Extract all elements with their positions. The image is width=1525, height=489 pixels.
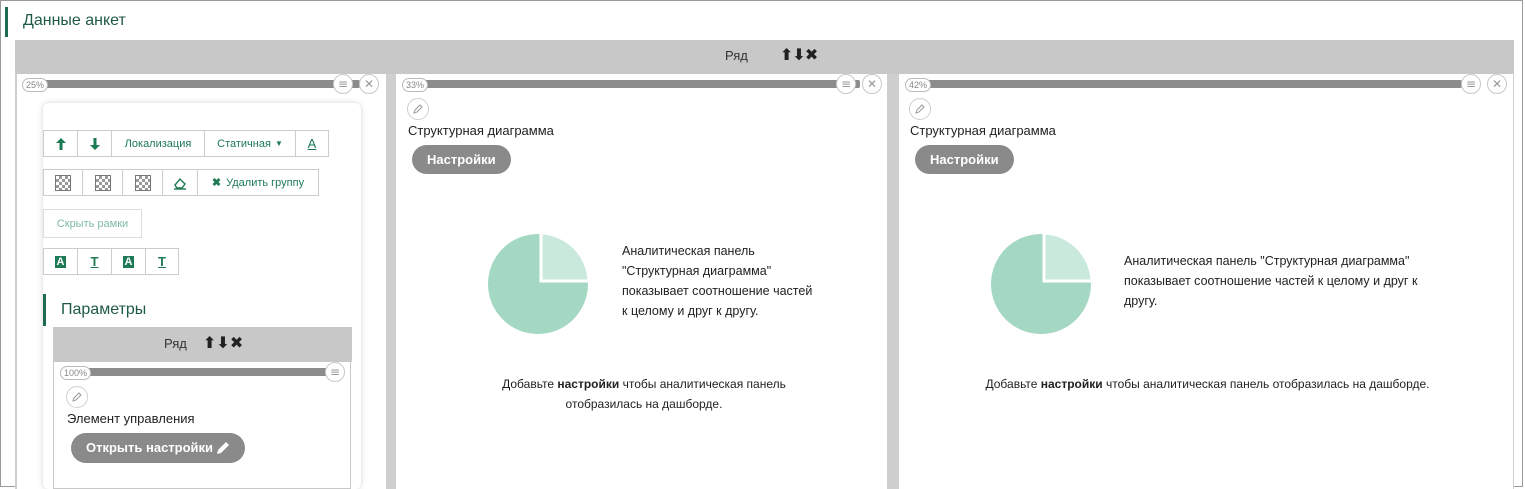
- title-style-button[interactable]: T: [145, 248, 179, 275]
- text-style-icon: T: [90, 254, 99, 269]
- hint-bold: настройки: [1040, 377, 1103, 391]
- hint-bold: настройки: [557, 377, 620, 391]
- description-line: показывает соотношение частей: [622, 284, 813, 298]
- column-close-icon[interactable]: ✕: [1487, 74, 1507, 94]
- column-menu-icon[interactable]: ≡: [333, 74, 353, 94]
- eraser-icon: [174, 177, 186, 190]
- settings-button[interactable]: Настройки: [412, 145, 511, 174]
- text-style-button[interactable]: T: [77, 248, 112, 275]
- background-button-1[interactable]: [43, 169, 83, 196]
- row-move-controls[interactable]: ⬆⬇✖: [780, 45, 818, 64]
- description-line: "Структурная диаграмма": [622, 264, 772, 278]
- transparency-icon: [94, 174, 111, 191]
- description-line: Аналитическая панель "Структурная диагра…: [1124, 254, 1410, 268]
- delete-group-button[interactable]: ✖ Удалить группу: [197, 169, 319, 196]
- row-bar: Ряд ⬆⬇✖: [15, 40, 1514, 74]
- pie-chart-icon: [488, 233, 589, 334]
- widget-description: Аналитическая панель "Структурная диагра…: [1124, 251, 1464, 311]
- description-line: показывает соотношение частей к целому и…: [1124, 274, 1418, 288]
- params-row-move-controls[interactable]: ⬆⬇✖: [203, 333, 243, 352]
- column-menu-icon[interactable]: ≡: [325, 362, 345, 382]
- text-highlight-icon: A: [122, 255, 135, 268]
- text-bg-color-button[interactable]: A: [43, 248, 78, 275]
- column-percent: 25%: [22, 78, 49, 92]
- column-resize-bar[interactable]: [410, 80, 860, 88]
- column-resize-bar[interactable]: [912, 80, 1462, 88]
- eraser-button[interactable]: [162, 169, 198, 196]
- hide-frames-button[interactable]: Скрыть рамки: [43, 209, 142, 238]
- background-button-2[interactable]: [82, 169, 123, 196]
- column-resize-bar[interactable]: [68, 368, 328, 376]
- text-highlight-icon: A: [54, 255, 67, 268]
- settings-button[interactable]: Настройки: [915, 145, 1014, 174]
- arrow-down-icon: [89, 137, 100, 150]
- static-dropdown[interactable]: Статичная ▼: [204, 130, 296, 157]
- column-percent: 42%: [905, 78, 932, 92]
- column-percent: 100%: [60, 366, 92, 380]
- delete-group-label: Удалить группу: [226, 176, 305, 189]
- column-percent: 33%: [402, 78, 429, 92]
- title-bg-color-button[interactable]: A: [111, 248, 146, 275]
- hint-text: отобразилась на дашборде.: [565, 397, 723, 411]
- background-button-3[interactable]: [122, 169, 163, 196]
- params-title: Параметры: [43, 294, 146, 326]
- hint-text: Добавьте: [502, 377, 558, 391]
- close-icon: ✖: [211, 177, 222, 189]
- column-close-icon[interactable]: ✕: [862, 74, 882, 94]
- transparency-icon: [55, 174, 71, 191]
- transparency-icon: [134, 174, 151, 191]
- column-menu-icon[interactable]: ≡: [836, 74, 856, 94]
- page-title: Данные анкет: [5, 7, 126, 37]
- description-line: к целому и друг к другу.: [622, 304, 759, 318]
- localization-button[interactable]: Локализация: [111, 130, 205, 157]
- row-label: Ряд: [725, 48, 748, 63]
- description-line: Аналитическая панель: [622, 244, 755, 258]
- move-down-button[interactable]: [77, 130, 112, 157]
- setup-hint: Добавьте настройки чтобы аналитическая п…: [945, 374, 1470, 394]
- description-line: другу.: [1124, 294, 1158, 308]
- move-up-button[interactable]: [43, 130, 78, 157]
- font-color-button[interactable]: A: [295, 130, 329, 157]
- setup-hint: Добавьте настройки чтобы аналитическая п…: [452, 374, 836, 414]
- hint-text: Добавьте: [985, 377, 1041, 391]
- edit-widget-icon[interactable]: [407, 98, 429, 120]
- edit-widget-icon[interactable]: [909, 98, 931, 120]
- column-menu-icon[interactable]: ≡: [1461, 74, 1481, 94]
- arrow-up-icon: [55, 137, 66, 150]
- params-row-label: Ряд: [164, 336, 187, 351]
- caret-down-icon: ▼: [274, 139, 283, 148]
- widget-title: Структурная диаграмма: [408, 123, 554, 138]
- pie-chart-icon: [991, 233, 1092, 334]
- params-row-bar: Ряд ⬆⬇✖: [53, 327, 352, 362]
- static-dropdown-label: Статичная: [217, 137, 271, 150]
- hint-text: чтобы аналитическая панель отобразилась …: [1102, 377, 1430, 391]
- text-style-icon: T: [158, 254, 166, 269]
- open-settings-button[interactable]: Открыть настройки: [71, 433, 245, 463]
- edit-widget-icon[interactable]: [66, 386, 88, 408]
- hint-text: чтобы аналитическая панель: [619, 377, 786, 391]
- open-settings-label: Открыть настройки: [86, 440, 214, 455]
- widget-description: Аналитическая панель "Структурная диагра…: [622, 241, 862, 321]
- control-element-title: Элемент управления: [67, 411, 195, 426]
- column-close-icon[interactable]: ✕: [359, 74, 379, 94]
- widget-title: Структурная диаграмма: [910, 123, 1056, 138]
- pencil-icon: [217, 442, 229, 454]
- column-resize-bar[interactable]: [30, 80, 360, 88]
